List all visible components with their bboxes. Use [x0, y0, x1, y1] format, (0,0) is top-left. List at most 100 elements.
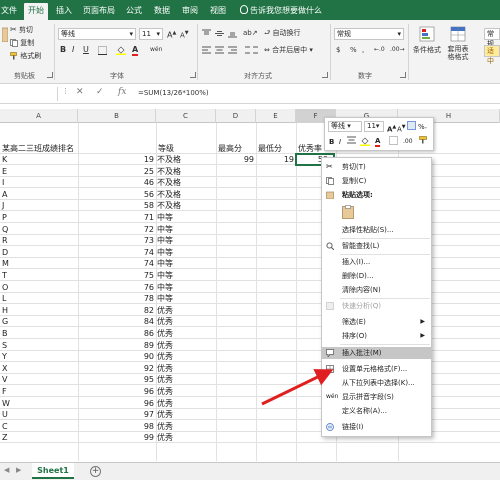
grade-cell[interactable]: 中等 — [157, 270, 173, 281]
sheet-tab-sheet1[interactable]: Sheet1 — [32, 463, 74, 479]
grow-font-button[interactable]: A▲ — [167, 28, 176, 41]
paste-option-button[interactable] — [322, 203, 431, 221]
score-cell[interactable]: 90 — [78, 351, 154, 362]
font-color-button[interactable]: A — [132, 45, 139, 56]
name-box[interactable] — [0, 87, 58, 101]
mini-font-size[interactable]: 11▾ — [364, 121, 384, 132]
score-cell[interactable]: 84 — [78, 316, 154, 327]
sheet-title[interactable]: 某高二三班成绩排名 — [2, 143, 74, 154]
style-neutral[interactable]: 适中 — [484, 45, 500, 65]
score-cell[interactable]: 78 — [78, 293, 154, 304]
mini-grow-font-button[interactable]: A▲ — [387, 122, 396, 134]
student-name-cell[interactable]: Z — [2, 432, 7, 443]
percent-button[interactable]: % — [350, 45, 357, 55]
student-name-cell[interactable]: D — [2, 247, 8, 258]
score-cell[interactable]: 58 — [78, 200, 154, 211]
align-middle-button[interactable] — [215, 28, 224, 38]
score-cell[interactable]: 92 — [78, 363, 154, 374]
student-name-cell[interactable]: Y — [2, 351, 7, 362]
wrap-text-button[interactable]: ⮐ 自动换行 — [264, 28, 301, 38]
score-cell[interactable]: 19 — [78, 154, 154, 165]
student-name-cell[interactable]: M — [2, 258, 9, 269]
mini-italic-button[interactable]: I — [339, 137, 341, 147]
insert-function-button[interactable]: fx — [118, 87, 126, 97]
student-name-cell[interactable]: H — [2, 305, 8, 316]
merge-center-button[interactable]: ⇔ 合并后居中 ▾ — [264, 45, 313, 55]
mini-font-color-button[interactable]: A — [375, 136, 381, 147]
formula-input[interactable]: =SUM(13/26*100%) — [138, 89, 209, 97]
scroll-sheets-right-icon[interactable]: ▶ — [16, 466, 21, 474]
align-bottom-button[interactable] — [228, 28, 237, 38]
mini-number-format-button[interactable] — [407, 121, 416, 133]
paste-partial-button[interactable] — [2, 26, 8, 42]
student-name-cell[interactable]: E — [2, 166, 7, 177]
score-cell[interactable]: 74 — [78, 258, 154, 269]
grade-cell[interactable]: 优秀 — [157, 305, 173, 316]
scroll-sheets-left-icon[interactable]: ◀ — [4, 466, 9, 474]
decrease-decimal-button[interactable]: .00→ — [390, 45, 405, 55]
bold-button[interactable]: B — [60, 45, 66, 55]
column-header-e[interactable]: E — [256, 109, 296, 123]
score-cell[interactable]: 99 — [78, 432, 154, 443]
score-cell[interactable]: 73 — [78, 235, 154, 246]
menu-item-sort[interactable]: 排序(O) ▶ — [322, 330, 431, 342]
indent-button[interactable] — [243, 45, 259, 55]
score-cell[interactable]: 56 — [78, 189, 154, 200]
student-name-cell[interactable]: W — [2, 398, 10, 409]
score-cell[interactable]: 74 — [78, 247, 154, 258]
score-cell[interactable]: 82 — [78, 305, 154, 316]
column-header-d[interactable]: D — [216, 109, 256, 123]
score-cell[interactable]: 96 — [78, 386, 154, 397]
grade-cell[interactable]: 中等 — [157, 212, 173, 223]
mini-format-painter-button[interactable] — [419, 136, 428, 148]
student-name-cell[interactable]: T — [2, 270, 7, 281]
score-cell[interactable]: 76 — [78, 282, 154, 293]
student-name-cell[interactable]: J — [2, 200, 4, 211]
number-launcher-icon[interactable] — [400, 72, 406, 78]
student-name-cell[interactable]: P — [2, 212, 7, 223]
mini-borders-button[interactable] — [389, 136, 398, 148]
menu-item-define-name[interactable]: 定义名称(A)... — [322, 405, 431, 417]
grade-cell[interactable]: 优秀 — [157, 351, 173, 362]
grade-cell[interactable]: 中等 — [157, 293, 173, 304]
score-cell[interactable]: 71 — [78, 212, 154, 223]
menu-item-smart-lookup[interactable]: 智能查找(L) — [322, 240, 431, 252]
mini-font-name[interactable]: 等线 ▾ — [328, 121, 362, 132]
confirm-entry-button[interactable]: ✓ — [96, 87, 104, 97]
cut-button[interactable]: ✂ 剪切 — [10, 25, 33, 35]
grade-cell[interactable]: 不及格 — [157, 154, 181, 165]
mini-fill-color-button[interactable] — [360, 136, 370, 149]
grade-cell[interactable]: 优秀 — [157, 316, 173, 327]
grade-cell[interactable]: 不及格 — [157, 177, 181, 188]
grade-cell[interactable]: 不及格 — [157, 189, 181, 200]
format-painter-button[interactable]: 格式刷 — [10, 51, 41, 61]
student-name-cell[interactable]: A — [2, 189, 7, 200]
grade-cell[interactable]: 中等 — [157, 224, 173, 235]
student-name-cell[interactable]: I — [2, 177, 4, 188]
score-cell[interactable]: 86 — [78, 328, 154, 339]
grade-cell[interactable]: 中等 — [157, 247, 173, 258]
increase-decimal-button[interactable]: ←.0 — [374, 45, 385, 55]
menu-item-pick-from-list[interactable]: 从下拉列表中选择(K)... — [322, 377, 431, 389]
align-left-button[interactable] — [202, 45, 211, 55]
grade-cell[interactable]: 优秀 — [157, 386, 173, 397]
italic-button[interactable]: I — [72, 45, 74, 55]
grade-cell[interactable]: 中等 — [157, 282, 173, 293]
student-name-cell[interactable]: G — [2, 316, 8, 327]
mini-percent-button[interactable]: % — [418, 122, 425, 132]
mini-decimal-button[interactable]: .00 — [403, 137, 413, 147]
tell-me-search[interactable]: 告诉我您想要做什么 — [240, 3, 332, 20]
font-name-select[interactable]: 等线 ▾ — [58, 28, 136, 40]
grade-cell[interactable]: 优秀 — [157, 374, 173, 385]
student-name-cell[interactable]: F — [2, 386, 7, 397]
student-name-cell[interactable]: V — [2, 374, 7, 385]
student-name-cell[interactable]: S — [2, 340, 7, 351]
grade-cell[interactable]: 不及格 — [157, 200, 181, 211]
number-format-select[interactable]: 常规 ▾ — [334, 28, 404, 40]
tab-page-layout[interactable]: 页面布局 — [80, 3, 118, 20]
menu-item-paste-special[interactable]: 选择性粘贴(S)... — [322, 224, 431, 236]
tab-data[interactable]: 数据 — [150, 3, 174, 20]
borders-button[interactable] — [98, 45, 107, 55]
student-name-cell[interactable]: L — [2, 293, 6, 304]
score-cell[interactable]: 89 — [78, 340, 154, 351]
